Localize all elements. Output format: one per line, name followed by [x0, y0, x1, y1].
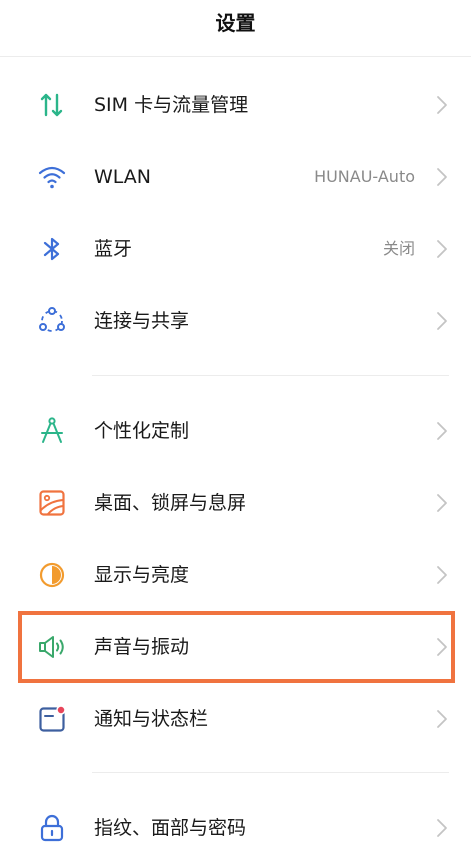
settings-item-notification-statusbar[interactable]: 通知与状态栏 — [0, 683, 471, 755]
chevron-right-icon — [435, 493, 449, 513]
chevron-right-icon — [435, 167, 449, 187]
connection-share-icon — [36, 305, 68, 337]
settings-item-label: 显示与亮度 — [94, 564, 190, 586]
chevron-right-icon — [435, 421, 449, 441]
chevron-right-icon — [435, 239, 449, 259]
settings-item-sim[interactable]: SIM 卡与流量管理 — [0, 69, 471, 141]
settings-item-wlan[interactable]: WLAN HUNAU-Auto — [0, 141, 471, 213]
settings-item-connection-share[interactable]: 连接与共享 — [0, 285, 471, 357]
settings-item-label: 指纹、面部与密码 — [94, 817, 247, 839]
chevron-right-icon — [435, 311, 449, 331]
settings-item-label: WLAN — [94, 166, 152, 188]
chevron-right-icon — [435, 818, 449, 838]
chevron-right-icon — [435, 709, 449, 729]
settings-item-desktop-lockscreen[interactable]: 桌面、锁屏与息屏 — [0, 467, 471, 539]
settings-item-label: 连接与共享 — [94, 310, 190, 332]
settings-item-label: 个性化定制 — [94, 420, 190, 442]
bluetooth-icon — [36, 233, 68, 265]
wallpaper-icon — [36, 487, 68, 519]
settings-item-label: 蓝牙 — [94, 238, 133, 260]
compass-icon — [36, 415, 68, 447]
settings-item-sound-vibration[interactable]: 声音与振动 — [0, 611, 471, 683]
settings-item-fingerprint-face-password[interactable]: 指纹、面部与密码 — [0, 792, 471, 864]
settings-item-label: 通知与状态栏 — [94, 708, 209, 730]
sim-data-icon — [36, 89, 68, 121]
section-divider — [92, 772, 449, 773]
chevron-right-icon — [435, 565, 449, 585]
chevron-right-icon — [435, 95, 449, 115]
settings-item-label: 声音与振动 — [94, 636, 190, 658]
notification-icon — [36, 703, 68, 735]
settings-item-display-brightness[interactable]: 显示与亮度 — [0, 539, 471, 611]
settings-item-bluetooth[interactable]: 蓝牙 关闭 — [0, 213, 471, 285]
chevron-right-icon — [435, 637, 449, 657]
brightness-icon — [36, 559, 68, 591]
lock-icon — [36, 812, 68, 844]
page-title: 设置 — [0, 0, 471, 57]
speaker-icon — [36, 631, 68, 663]
settings-item-personalization[interactable]: 个性化定制 — [0, 395, 471, 467]
settings-item-label: SIM 卡与流量管理 — [94, 94, 249, 116]
section-divider — [92, 375, 449, 376]
settings-item-label: 桌面、锁屏与息屏 — [94, 492, 247, 514]
bluetooth-status: 关闭 — [382, 239, 415, 258]
wifi-icon — [36, 161, 68, 193]
wlan-network-name: HUNAU-Auto — [314, 167, 415, 186]
